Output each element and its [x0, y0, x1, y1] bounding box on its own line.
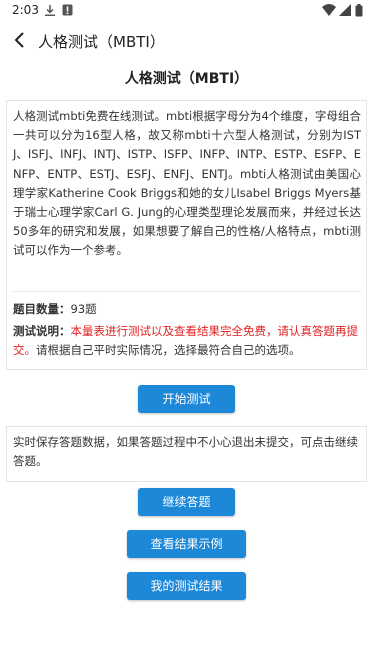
download-icon	[45, 5, 55, 16]
alert-icon	[62, 4, 73, 16]
continue-answering-button[interactable]: 继续答题	[138, 488, 235, 516]
test-description-label: 测试说明：	[13, 324, 71, 338]
status-bar: 2:03	[0, 0, 373, 22]
page-title: 人格测试（MBTI）	[124, 71, 249, 87]
start-test-button[interactable]: 开始测试	[138, 385, 235, 413]
save-notice-card: 实时保存答题数据，如果答题过程中不小心退出未提交，可点击继续答题。	[6, 426, 367, 482]
status-time: 2:03	[12, 3, 39, 17]
test-description-rest: 请根据自己平时实际情况，选择最符合自己的选项。	[36, 343, 301, 358]
battery-icon	[355, 4, 363, 17]
question-count-value: 93题	[70, 302, 97, 316]
question-count-row: 题目数量：93题	[13, 300, 97, 319]
test-description: 测试说明：本量表进行测试以及查看结果完全免费，请认真答题再提交。请根据自己平时实…	[13, 322, 361, 360]
intro-text: 人格测试mbti免费在线测试。mbti根据字母分为4个维度，字母组合一共可以分为…	[13, 109, 361, 258]
back-arrow-icon[interactable]	[10, 30, 30, 50]
intro-card: 人格测试mbti免费在线测试。mbti根据字母分为4个维度，字母组合一共可以分为…	[6, 100, 367, 370]
question-count-label: 题目数量：	[13, 302, 71, 316]
app-bar-title: 人格测试（MBTI）	[38, 33, 165, 51]
signal-icon	[339, 4, 351, 16]
my-test-results-button[interactable]: 我的测试结果	[127, 572, 246, 600]
app-bar: 人格测试（MBTI）	[0, 22, 373, 60]
divider	[13, 291, 361, 292]
wifi-icon	[322, 4, 336, 16]
save-notice-text: 实时保存答题数据，如果答题过程中不小心退出未提交，可点击继续答题。	[13, 435, 358, 469]
view-example-result-button[interactable]: 查看结果示例	[127, 530, 246, 558]
